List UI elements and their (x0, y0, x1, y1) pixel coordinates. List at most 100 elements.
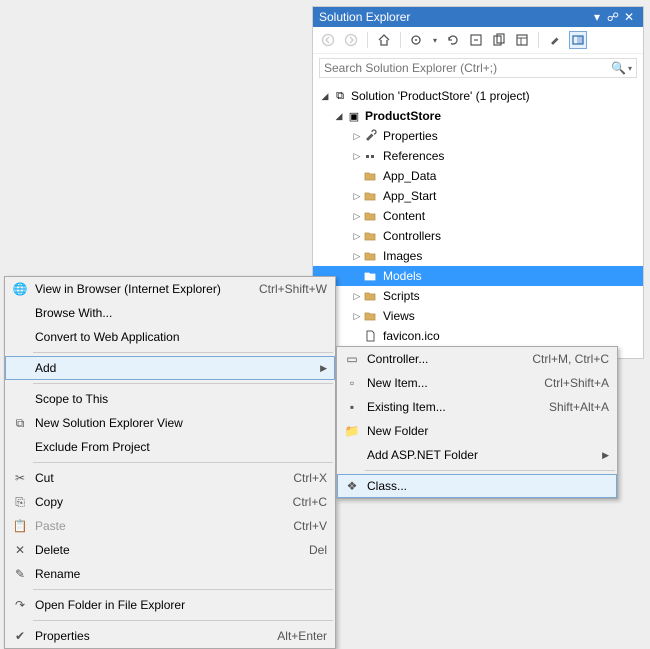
tree-item-references[interactable]: ▷References (313, 146, 643, 166)
forward-icon[interactable] (342, 31, 360, 49)
menu-label: Add (31, 361, 315, 375)
project-node[interactable]: ◢ ▣ ProductStore (313, 106, 643, 126)
tree-item-controllers[interactable]: ▷Controllers (313, 226, 643, 246)
tree-item-favicon-ico[interactable]: favicon.ico (313, 326, 643, 346)
menu-item-rename[interactable]: ✎Rename (5, 562, 335, 586)
node-label: Views (381, 309, 415, 323)
openfolder-icon: ↷ (9, 598, 31, 612)
properties-icon[interactable] (513, 31, 531, 49)
search-icon[interactable]: 🔍 (611, 61, 626, 75)
shortcut: Ctrl+Shift+W (239, 282, 327, 296)
shortcut: Ctrl+V (273, 519, 327, 533)
separator (33, 352, 333, 353)
menu-item-new-solution-explorer-view[interactable]: ⧉New Solution Explorer View (5, 411, 335, 435)
menu-item-copy[interactable]: ⎘CopyCtrl+C (5, 490, 335, 514)
search-box[interactable]: 🔍 ▾ (319, 58, 637, 78)
browser-icon: 🌐 (9, 282, 31, 296)
folder-icon (363, 229, 381, 243)
menu-item-class[interactable]: ❖Class... (337, 474, 617, 498)
menu-label: Open Folder in File Explorer (31, 598, 327, 612)
menu-label: Scope to This (31, 392, 327, 406)
node-label: Images (381, 249, 422, 263)
menu-item-exclude-from-project[interactable]: Exclude From Project (5, 435, 335, 459)
menu-label: New Item... (363, 376, 524, 390)
tree-item-models[interactable]: Models (313, 266, 643, 286)
node-label: Solution 'ProductStore' (1 project) (349, 89, 530, 103)
panel-titlebar: Solution Explorer ▾ ☍ ✕ (313, 7, 643, 27)
wrench-icon[interactable] (546, 31, 564, 49)
refresh-icon[interactable] (444, 31, 462, 49)
toolbar: ▾ (313, 27, 643, 54)
menu-item-controller[interactable]: ▭Controller...Ctrl+M, Ctrl+C (337, 347, 617, 371)
close-icon[interactable]: ✕ (621, 10, 637, 24)
paste-icon: 📋 (9, 519, 31, 533)
expand-icon[interactable]: ▷ (351, 211, 363, 222)
newfolder-icon: 📁 (341, 424, 363, 438)
menu-item-existing-item[interactable]: ▪Existing Item...Shift+Alt+A (337, 395, 617, 419)
menu-item-view-in-browser-internet-explorer[interactable]: 🌐View in Browser (Internet Explorer)Ctrl… (5, 277, 335, 301)
expand-icon[interactable]: ▷ (351, 151, 363, 162)
expand-icon[interactable]: ▷ (351, 251, 363, 262)
tree-item-content[interactable]: ▷Content (313, 206, 643, 226)
tree-item-app-start[interactable]: ▷App_Start (313, 186, 643, 206)
show-all-icon[interactable] (490, 31, 508, 49)
menu-item-scope-to-this[interactable]: Scope to This (5, 387, 335, 411)
menu-item-new-item[interactable]: ▫New Item...Ctrl+Shift+A (337, 371, 617, 395)
tree-item-app-data[interactable]: App_Data (313, 166, 643, 186)
home-icon[interactable] (375, 31, 393, 49)
expand-icon[interactable]: ▷ (351, 311, 363, 322)
menu-label: Convert to Web Application (31, 330, 327, 344)
back-icon[interactable] (319, 31, 337, 49)
dropdown-icon[interactable]: ▾ (589, 10, 605, 24)
menu-item-browse-with[interactable]: Browse With... (5, 301, 335, 325)
preview-icon[interactable] (569, 31, 587, 49)
menu-label: New Solution Explorer View (31, 416, 327, 430)
folder-icon (363, 289, 381, 303)
add-submenu: ▭Controller...Ctrl+M, Ctrl+C▫New Item...… (336, 346, 618, 499)
panel-title: Solution Explorer (319, 10, 589, 24)
tree-item-scripts[interactable]: ▷ Scripts (313, 286, 643, 306)
submenu-arrow-icon: ▶ (315, 363, 327, 374)
menu-label: View in Browser (Internet Explorer) (31, 282, 239, 296)
project-icon: ▣ (345, 110, 363, 123)
node-label: favicon.ico (381, 329, 440, 343)
menu-item-properties[interactable]: ✔PropertiesAlt+Enter (5, 624, 335, 648)
sync-dropdown-icon[interactable]: ▾ (431, 31, 439, 49)
tree-item-images[interactable]: ▷ Images (313, 246, 643, 266)
node-label: Scripts (381, 289, 420, 303)
expand-icon[interactable]: ◢ (333, 111, 345, 122)
menu-label: Cut (31, 471, 273, 485)
menu-item-open-folder-in-file-explorer[interactable]: ↷Open Folder in File Explorer (5, 593, 335, 617)
menu-item-add[interactable]: Add▶ (5, 356, 335, 380)
menu-item-new-folder[interactable]: 📁New Folder (337, 419, 617, 443)
search-input[interactable] (324, 61, 611, 75)
shortcut: Ctrl+X (273, 471, 327, 485)
expand-icon[interactable]: ▷ (351, 231, 363, 242)
file-icon (363, 329, 381, 343)
tree-item-properties[interactable]: ▷Properties (313, 126, 643, 146)
shortcut: Shift+Alt+A (529, 400, 609, 414)
menu-item-cut[interactable]: ✂CutCtrl+X (5, 466, 335, 490)
tree-item-views[interactable]: ▷ Views (313, 306, 643, 326)
search-dropdown-icon[interactable]: ▾ (628, 64, 632, 73)
pin-icon[interactable]: ☍ (605, 10, 621, 24)
menu-label: Exclude From Project (31, 440, 327, 454)
props-icon: ✔ (9, 629, 31, 643)
expand-icon[interactable]: ▷ (351, 191, 363, 202)
menu-item-add-asp-net-folder[interactable]: Add ASP.NET Folder▶ (337, 443, 617, 467)
expand-icon[interactable]: ◢ (319, 91, 331, 102)
menu-item-delete[interactable]: ✕DeleteDel (5, 538, 335, 562)
menu-item-convert-to-web-application[interactable]: Convert to Web Application (5, 325, 335, 349)
collapse-icon[interactable] (467, 31, 485, 49)
context-menu: 🌐View in Browser (Internet Explorer)Ctrl… (4, 276, 336, 649)
solution-explorer-panel: Solution Explorer ▾ ☍ ✕ ▾ 🔍 ▾ ◢ ⧉ Soluti… (312, 6, 644, 359)
solution-node[interactable]: ◢ ⧉ Solution 'ProductStore' (1 project) (313, 86, 643, 106)
expand-icon[interactable]: ▷ (351, 291, 363, 302)
menu-label: Class... (363, 479, 609, 493)
expand-icon[interactable]: ▷ (351, 131, 363, 142)
folder-icon (363, 269, 381, 283)
sync-icon[interactable] (408, 31, 426, 49)
shortcut: Alt+Enter (257, 629, 327, 643)
newview-icon: ⧉ (9, 416, 31, 431)
separator (33, 462, 333, 463)
